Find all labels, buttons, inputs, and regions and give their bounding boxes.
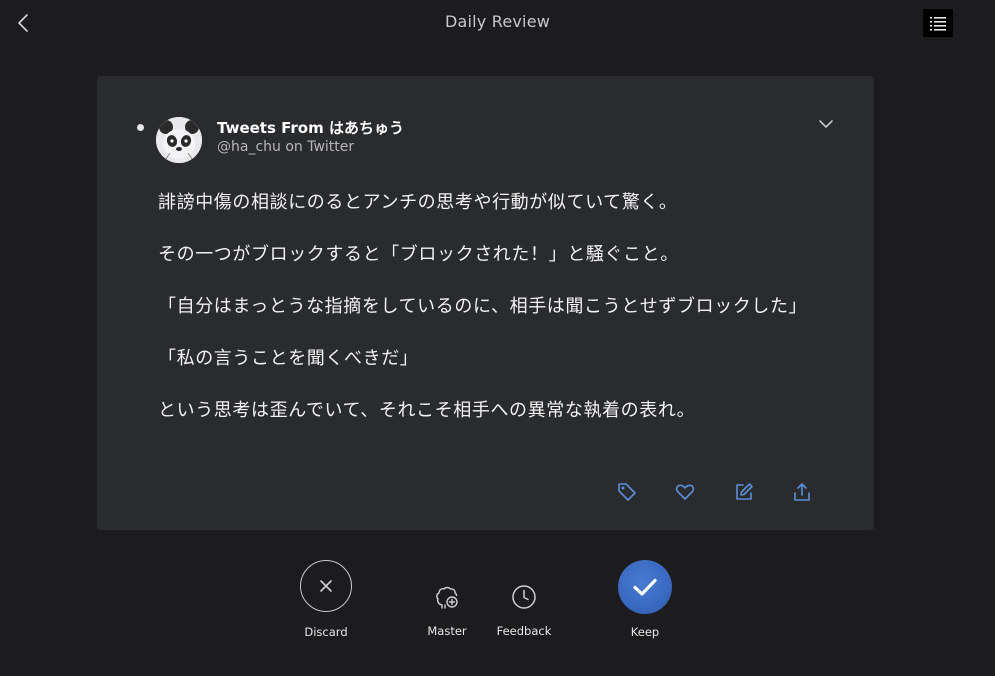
- list-view-button[interactable]: [923, 9, 953, 37]
- panda-avatar-image: [156, 117, 202, 163]
- keep-label: Keep: [630, 625, 660, 639]
- close-icon: [320, 580, 332, 592]
- keep-button[interactable]: Keep: [605, 560, 685, 639]
- discard-circle: [300, 560, 352, 612]
- tag-button[interactable]: [615, 480, 639, 504]
- author-name: Tweets From はあちゅう: [217, 119, 404, 137]
- highlight-paragraph: 「私の言うことを聞くべきだ」: [158, 348, 419, 369]
- highlight-card: Tweets From はあちゅう @ha_chu on Twitter 誹謗中…: [97, 76, 874, 530]
- favorite-button[interactable]: [673, 480, 697, 504]
- card-menu-button[interactable]: [817, 116, 835, 130]
- card-actions: [609, 480, 829, 504]
- master-label: Master: [427, 624, 467, 638]
- highlight-paragraph: 誹謗中傷の相談にのるとアンチの思考や行動が似ていて驚く。: [158, 192, 678, 213]
- edit-button[interactable]: [732, 480, 756, 504]
- highlight-paragraph: その一つがブロックすると「ブロックされた！」と騒ぐこと。: [158, 244, 679, 265]
- top-bar: Daily Review: [0, 0, 995, 46]
- feedback-label: Feedback: [496, 624, 552, 638]
- list-icon: [930, 17, 946, 31]
- highlight-text: 誹謗中傷の相談にのるとアンチの思考や行動が似ていて驚く。 その一つがブロックする…: [158, 192, 848, 452]
- checkmark-icon: [633, 578, 657, 596]
- chevron-down-icon: [819, 120, 833, 128]
- avatar: [156, 117, 202, 163]
- discard-label: Discard: [304, 625, 348, 639]
- discard-button[interactable]: Discard: [286, 560, 366, 639]
- edit-icon: [736, 483, 753, 500]
- master-brain-icon: [436, 586, 458, 609]
- highlight-paragraph: 「自分はまっとうな指摘をしているのに、相手は聞こうとせずブロックした」: [158, 296, 808, 317]
- highlight-paragraph: という思考は歪んでいて、それこそ相手への異常な執着の表れ。: [158, 400, 696, 421]
- clock-icon: [512, 585, 536, 609]
- author-handle: @ha_chu on Twitter: [217, 139, 355, 155]
- daily-review-screen: Daily Review Tweets From はあちゅう @ha_chu o…: [0, 0, 995, 676]
- keep-circle: [618, 560, 672, 614]
- heart-icon: [675, 484, 695, 500]
- share-icon: [794, 483, 810, 501]
- tag-icon: [618, 483, 636, 501]
- share-button[interactable]: [790, 480, 814, 504]
- unread-dot: [137, 124, 144, 131]
- feedback-button[interactable]: Feedback: [494, 583, 554, 638]
- master-button[interactable]: Master: [417, 583, 477, 638]
- page-title: Daily Review: [444, 12, 551, 31]
